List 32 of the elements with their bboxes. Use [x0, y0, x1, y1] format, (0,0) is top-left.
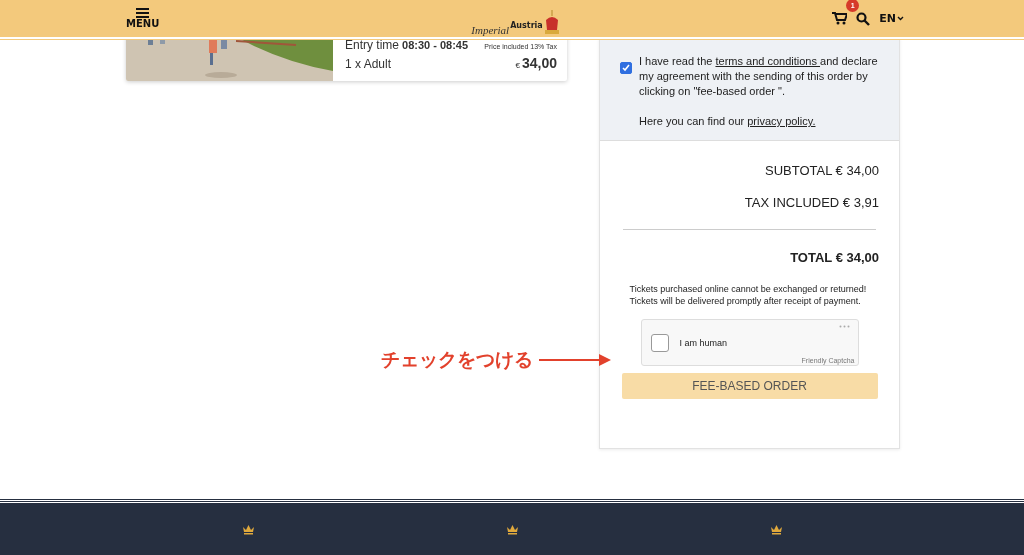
consent-checkbox[interactable] [620, 62, 632, 74]
ticket-quantity: 1 x Adult [345, 56, 392, 73]
search-button[interactable] [856, 11, 871, 26]
currency-sign: € [515, 60, 520, 72]
consent-text: I have read the terms and conditions and declare my agreement with the sending of this order by clicking on "fee-based order ". [639, 54, 879, 99]
language-selector[interactable]: EN [879, 12, 904, 25]
crown-icon [505, 523, 519, 535]
caret-icon [897, 16, 904, 21]
crown-icon [241, 523, 255, 535]
entry-time-value: 08:30 - 08:45 [402, 38, 469, 53]
terms-link[interactable]: terms and conditions [715, 55, 820, 67]
cart-button[interactable] [832, 12, 848, 25]
entry-time-label: Entry time [345, 37, 399, 54]
crown-emblem-icon [543, 9, 560, 36]
tax-included: TAX INCLUDED € 3,91 [743, 195, 880, 210]
crown-icon [769, 523, 783, 535]
search-icon [856, 11, 871, 26]
arrow-icon [539, 354, 611, 366]
menu-button[interactable]: MENU [126, 8, 160, 29]
ticket-price: 34,00 [521, 55, 557, 72]
cart-icon [832, 12, 848, 25]
ticket-note: Tickets purchased online cannot be exchanged or returned! [629, 283, 868, 295]
captcha-label: I am human [679, 337, 728, 348]
total: TOTAL € 34,00 [789, 250, 880, 265]
menu-icon [136, 8, 150, 18]
fee-based-order-button[interactable]: FEE-BASED ORDER [621, 373, 878, 399]
captcha-checkbox[interactable] [650, 333, 669, 352]
annotation-text: チェックをつける [381, 347, 533, 372]
privacy-text: Here you can find our privacy policy. [639, 114, 817, 129]
ticket-note: Tickets will be delivered promptly after receipt of payment. [629, 295, 862, 307]
subtotal: SUBTOTAL € 34,00 [764, 163, 880, 178]
privacy-link[interactable]: privacy policy. [747, 115, 816, 127]
